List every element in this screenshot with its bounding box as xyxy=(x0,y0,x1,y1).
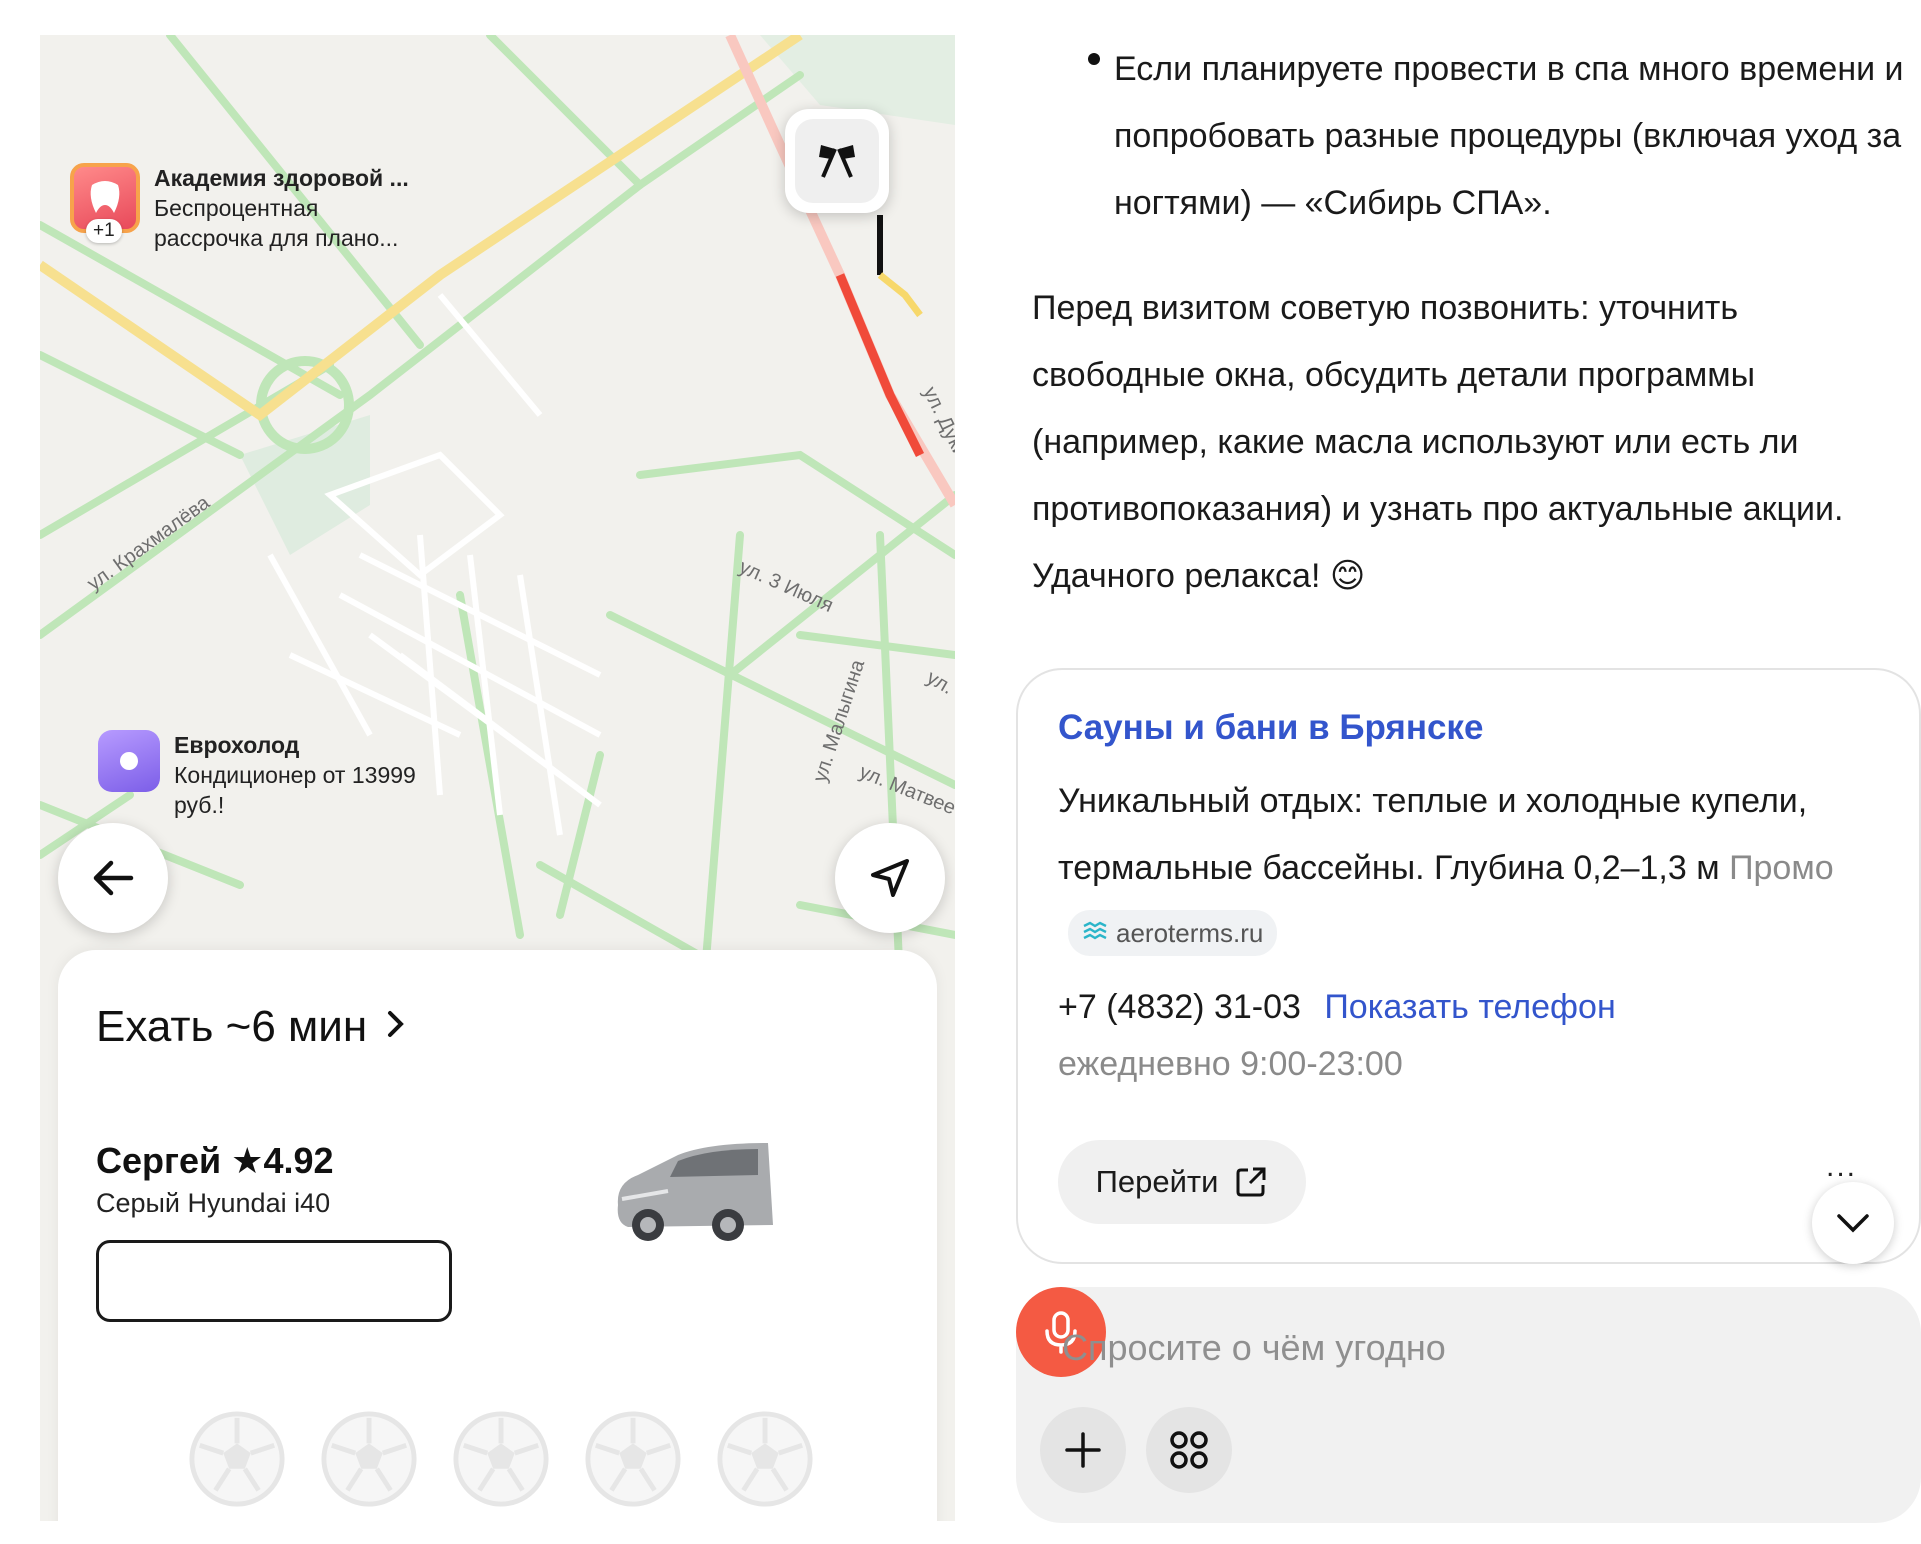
more-options[interactable]: ... xyxy=(1826,1150,1857,1184)
chevron-right-icon xyxy=(388,1011,405,1037)
show-phone-link[interactable]: Показать телефон xyxy=(1324,988,1615,1026)
poi-line: руб.! xyxy=(174,792,225,818)
football-icon[interactable] xyxy=(320,1410,418,1508)
driver-comment-field[interactable] xyxy=(96,1240,452,1322)
ad-phone-row: +7 (4832) 31-03 Показать телефон xyxy=(1058,988,1616,1027)
ride-card: Ехать ~6 мин Сергей ★4.92 Серый Hyundai … xyxy=(58,950,937,1521)
chat-panel: Если планируете провести в спа много вре… xyxy=(1016,0,1921,1544)
waves-logo-icon xyxy=(1083,921,1107,940)
ad-hours: ежедневно 9:00-23:00 xyxy=(1058,1045,1403,1083)
football-icon[interactable] xyxy=(716,1410,814,1508)
poi-academy[interactable]: +1 Академия здоровой ... Беспроцентная р… xyxy=(70,163,409,253)
driver-rating: ★4.92 xyxy=(231,1140,334,1181)
go-button-label: Перейти xyxy=(1095,1164,1219,1199)
football-icon[interactable] xyxy=(584,1410,682,1508)
poi-line: рассрочка для плано... xyxy=(154,225,399,251)
poi-title: Еврохолод xyxy=(174,732,300,758)
ad-description-text: Уникальный отдых: теплые и холодные купе… xyxy=(1058,782,1808,887)
tooth-icon: +1 xyxy=(70,163,140,243)
apps-grid-icon xyxy=(1170,1431,1208,1469)
ad-title-link[interactable]: Сауны и бани в Брянске xyxy=(1058,708,1483,748)
ad-card[interactable]: Сауны и бани в Брянске Уникальный отдых:… xyxy=(1016,668,1921,1264)
poi-line: Кондиционер от 13999 xyxy=(174,762,416,788)
rating-row xyxy=(188,1410,814,1508)
chevron-down-icon xyxy=(1837,1214,1869,1233)
message-paragraph: Перед визитом советую позвонить: уточнит… xyxy=(1032,289,1844,595)
chat-input-placeholder[interactable]: Спросите о чём угодно xyxy=(1062,1327,1446,1369)
apps-button[interactable] xyxy=(1146,1407,1232,1493)
finish-button[interactable] xyxy=(785,109,889,213)
car-image xyxy=(617,1143,773,1241)
finish-flags-icon xyxy=(819,145,855,178)
poi-badge: +1 xyxy=(86,219,122,243)
back-button[interactable] xyxy=(58,823,168,933)
ad-domain-chip[interactable]: aeroterms.ru xyxy=(1068,910,1278,957)
eta-link[interactable]: Ехать ~6 мин xyxy=(96,1002,407,1052)
ad-promo-label: Промо xyxy=(1729,849,1834,887)
poi-eurokholod[interactable]: Еврохолод Кондиционер от 13999 руб.! xyxy=(98,730,416,820)
arrow-left-icon xyxy=(93,860,134,896)
plus-icon xyxy=(1065,1432,1101,1468)
ad-domain-text: aeroterms.ru xyxy=(1116,917,1264,948)
add-button[interactable] xyxy=(1040,1407,1126,1493)
dot-icon xyxy=(98,730,160,792)
external-link-icon xyxy=(1236,1167,1266,1197)
car-description: Серый Hyundai i40 xyxy=(96,1188,331,1218)
ad-description: Уникальный отдых: теплые и холодные купе… xyxy=(1058,768,1878,969)
bullet-dot xyxy=(1088,53,1100,65)
go-button[interactable]: Перейти xyxy=(1058,1140,1306,1224)
football-icon[interactable] xyxy=(188,1410,286,1508)
driver-name: Сергей ★4.92 xyxy=(96,1140,334,1182)
football-icon[interactable] xyxy=(452,1410,550,1508)
eta-text: Ехать ~6 мин xyxy=(96,1002,368,1051)
collapse-button[interactable] xyxy=(1812,1182,1894,1264)
message-bullet-text: Если планируете провести в спа много вре… xyxy=(1114,50,1904,222)
chat-input-box[interactable]: Спросите о чём угодно xyxy=(1016,1287,1921,1523)
poi-line: Беспроцентная xyxy=(154,195,319,221)
driver-name-text: Сергей xyxy=(96,1140,222,1181)
map-view[interactable]: +1 Академия здоровой ... Беспроцентная р… xyxy=(40,35,955,1521)
poi-title: Академия здоровой ... xyxy=(154,165,409,191)
locate-button[interactable] xyxy=(835,823,945,933)
ad-phone: +7 (4832) 31-03 xyxy=(1058,988,1301,1026)
navigation-arrow-icon xyxy=(871,859,909,897)
